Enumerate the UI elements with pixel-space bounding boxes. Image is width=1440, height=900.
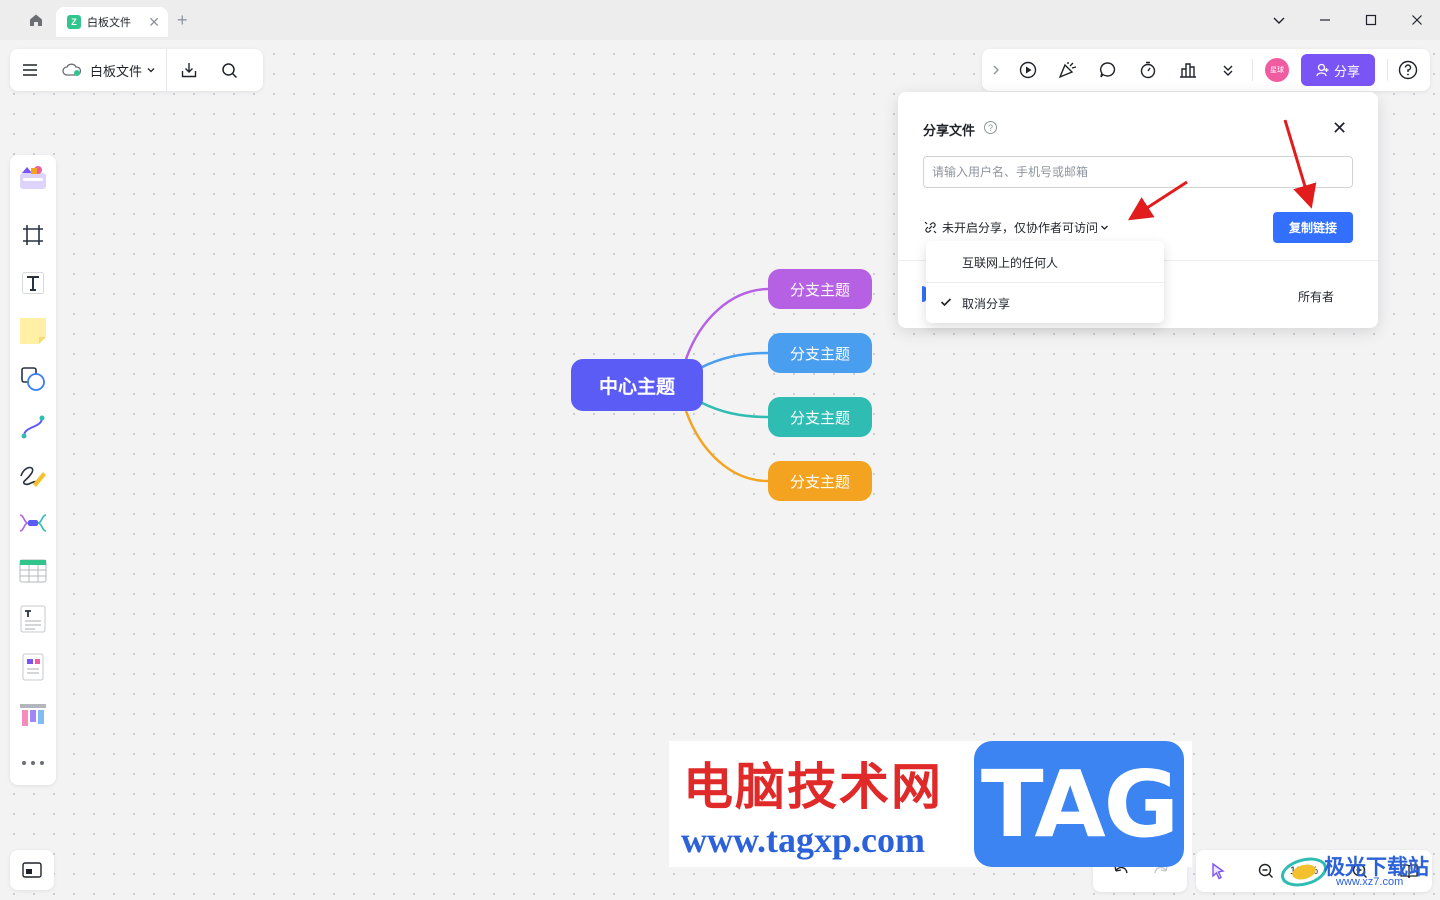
timer-icon[interactable] xyxy=(1130,49,1166,91)
minimize-button[interactable] xyxy=(1302,0,1348,40)
aurora-logo-icon xyxy=(1281,857,1327,887)
watermark-cn-text: 电脑技术网 xyxy=(683,757,943,816)
minimap-icon[interactable] xyxy=(10,850,54,890)
invite-user-input[interactable] xyxy=(923,156,1353,188)
share-permission-dropdown[interactable]: 未开启分享，仅协作者可访问 xyxy=(924,219,1109,236)
document-name: 白板文件 xyxy=(90,63,143,79)
share-button-label: 分享 xyxy=(1333,63,1360,79)
more-tools-icon[interactable] xyxy=(10,743,56,783)
watermark-site-url: www.xz7.com xyxy=(1336,876,1404,888)
mindmap-branch-node[interactable]: 分支主题 xyxy=(768,269,872,309)
avatar[interactable]: 星球 xyxy=(1265,58,1289,82)
checkmark-icon xyxy=(940,298,952,307)
shape-tool-icon[interactable] xyxy=(10,359,56,399)
tab-whiteboard[interactable]: Z 白板文件 ✕ xyxy=(56,7,168,37)
share-status-text: 未开启分享，仅协作者可访问 xyxy=(942,221,1099,235)
mindmap-branch-node[interactable]: 分支主题 xyxy=(768,461,872,501)
member-role: 所有者 xyxy=(1298,290,1335,304)
document-name-dropdown[interactable]: 白板文件 xyxy=(50,49,168,91)
toolbar-divider xyxy=(1387,59,1388,81)
collaboration-toolbar: 星球 分享 xyxy=(982,49,1430,91)
share-panel-title: 分享文件 xyxy=(923,123,976,138)
home-icon[interactable] xyxy=(19,5,53,35)
maximize-button[interactable] xyxy=(1348,0,1394,40)
frame-icon[interactable] xyxy=(10,215,56,255)
download-icon[interactable] xyxy=(169,49,209,91)
kanban-tool-icon[interactable] xyxy=(10,695,56,735)
celebrate-icon[interactable] xyxy=(1050,49,1086,91)
text-card-icon[interactable] xyxy=(10,599,56,639)
close-panel-button[interactable]: ✕ xyxy=(1332,118,1347,139)
help-icon[interactable] xyxy=(1390,49,1426,91)
cloud-synced-icon xyxy=(62,63,82,76)
window-titlebar: Z 白板文件 ✕ + xyxy=(0,0,1440,40)
link-off-icon xyxy=(924,221,937,234)
mindmap-branch-node[interactable]: 分支主题 xyxy=(768,333,872,373)
zoom-out-icon[interactable] xyxy=(1252,850,1280,892)
menu-icon[interactable] xyxy=(10,49,50,91)
text-tool-icon[interactable] xyxy=(10,263,56,303)
document-toolbar: 白板文件 xyxy=(10,49,263,91)
share-button[interactable]: 分享 xyxy=(1301,54,1375,86)
help-circle-icon[interactable]: ? xyxy=(984,121,997,134)
mindmap-branch-node[interactable]: 分支主题 xyxy=(768,397,872,437)
connector-tool-icon[interactable] xyxy=(10,407,56,447)
mindmap-center-node[interactable]: 中心主题 xyxy=(571,359,703,411)
table-tool-icon[interactable] xyxy=(10,551,56,591)
watermark-banner: 电脑技术网 www.tagxp.com TAG xyxy=(669,741,1192,867)
watermark-url: www.tagxp.com xyxy=(681,820,925,860)
menu-item-label: 取消分享 xyxy=(962,296,1011,311)
menu-item-anyone-on-internet[interactable]: 互联网上的任何人 xyxy=(926,242,1164,282)
present-play-icon[interactable] xyxy=(1010,49,1046,91)
mindmap-tool-icon[interactable] xyxy=(10,503,56,543)
chevron-down-icon[interactable] xyxy=(1256,0,1302,40)
tool-palette xyxy=(10,155,56,785)
chevron-down-icon xyxy=(147,68,155,73)
share-scope-menu: 互联网上的任何人 取消分享 xyxy=(926,241,1164,323)
sticky-note-icon[interactable] xyxy=(10,311,56,351)
comment-icon[interactable] xyxy=(1090,49,1126,91)
card-tool-icon[interactable] xyxy=(10,647,56,687)
chevron-down-icon xyxy=(1101,225,1108,230)
close-window-button[interactable] xyxy=(1394,0,1440,40)
toolbar-divider xyxy=(1252,59,1253,81)
menu-item-label: 互联网上的任何人 xyxy=(962,255,1059,270)
more-down-icon[interactable] xyxy=(1210,49,1246,91)
vote-icon[interactable] xyxy=(1170,49,1206,91)
pen-tool-icon[interactable] xyxy=(10,455,56,495)
tab-close-button[interactable]: ✕ xyxy=(148,14,160,31)
watermark-site-logo: 极光下载站 www.xz7.com xyxy=(1280,850,1432,892)
whiteboard-logo-icon: Z xyxy=(67,15,81,29)
collapse-toolbar-icon[interactable] xyxy=(982,49,1010,91)
add-user-icon xyxy=(1316,63,1329,77)
search-icon[interactable] xyxy=(209,49,249,91)
watermark-tag-logo: TAG xyxy=(974,741,1184,867)
copy-link-button[interactable]: 复制链接 xyxy=(1273,212,1353,243)
tab-title: 白板文件 xyxy=(87,17,131,29)
new-tab-button[interactable]: + xyxy=(177,10,188,31)
template-icon[interactable] xyxy=(10,158,56,198)
menu-item-cancel-share[interactable]: 取消分享 xyxy=(926,283,1164,323)
pointer-select-icon[interactable] xyxy=(1200,850,1236,892)
